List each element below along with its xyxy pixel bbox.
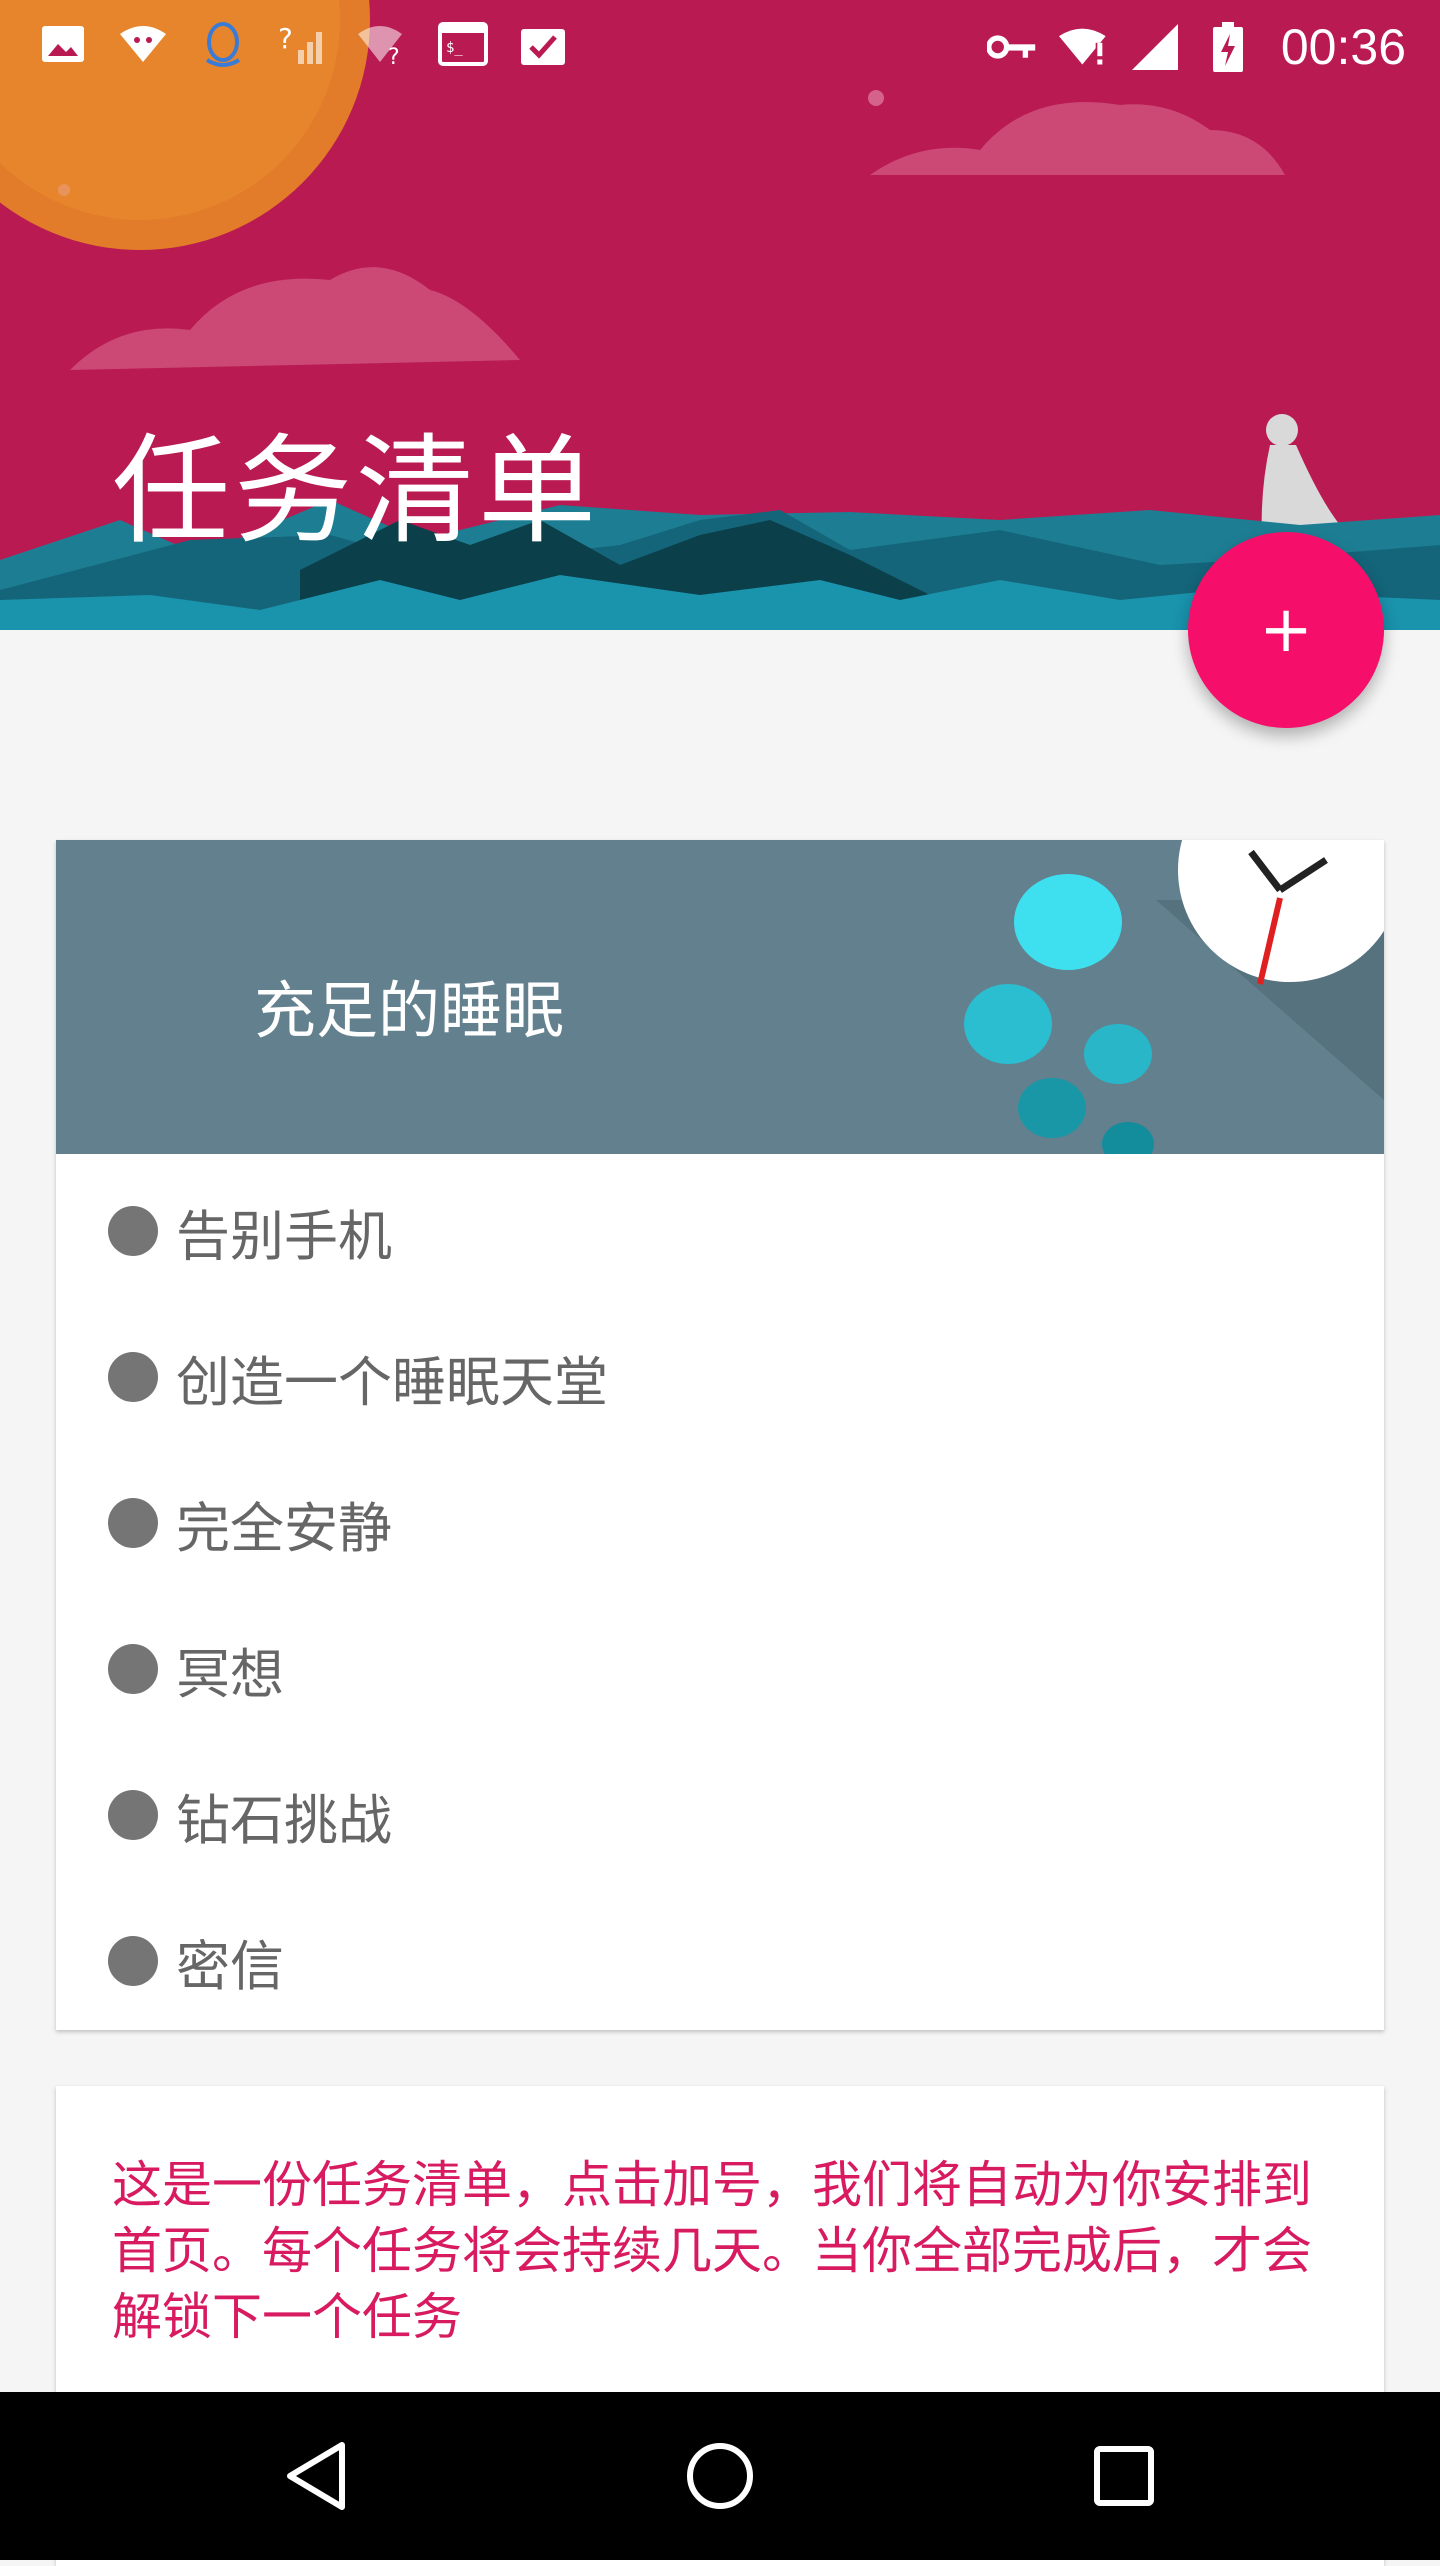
list-item[interactable]: 创造一个睡眠天堂 <box>56 1304 1384 1450</box>
wifi-icon <box>118 20 168 68</box>
clipboard-check-icon <box>518 20 568 68</box>
bullet-icon <box>108 1206 158 1256</box>
key-icon <box>986 23 1037 71</box>
recents-icon[interactable] <box>1074 2426 1174 2526</box>
task-label: 告别手机 <box>176 1204 392 1268</box>
wifi-unknown-icon: ? <box>358 20 408 68</box>
home-icon[interactable] <box>670 2426 770 2526</box>
task-label: 冥想 <box>176 1642 284 1706</box>
list-item[interactable]: 完全安静 <box>56 1450 1384 1596</box>
signal-unknown-icon: ? <box>278 20 328 68</box>
task-label: 密信 <box>176 1934 284 1998</box>
header-banner: 任务清单 <box>0 0 1440 630</box>
clock-time: 00:36 <box>1280 19 1406 75</box>
svg-text:?: ? <box>388 45 400 66</box>
cloud-shape <box>70 267 520 370</box>
list-item[interactable]: 钻石挑战 <box>56 1742 1384 1888</box>
status-bar: ? ? $_ 00:36 <box>0 0 1440 84</box>
info-text: 这是一份任务清单，点击加号，我们将自动为你安排到首页。每个任务将会持续几天。当你… <box>112 2156 1312 2346</box>
list-item[interactable]: 密信 <box>56 1888 1384 2034</box>
task-list: 告别手机 创造一个睡眠天堂 完全安静 冥想 钻石挑战 密信 <box>56 1154 1384 2034</box>
bullet-icon <box>108 1352 158 1402</box>
qq-icon <box>198 20 248 68</box>
svg-text:$_: $_ <box>446 40 463 56</box>
svg-text:?: ? <box>278 22 293 55</box>
task-card[interactable]: 充足的睡眠 告别手机 创造一个睡眠天堂 完全安静 冥想 钻石挑战 密信 <box>56 840 1384 2030</box>
cloud-shape <box>870 102 1285 175</box>
add-task-button[interactable]: + <box>1188 532 1384 728</box>
plus-icon: + <box>1259 593 1313 667</box>
terminal-icon: $_ <box>438 20 488 68</box>
task-label: 创造一个睡眠天堂 <box>176 1350 608 1414</box>
bullet-icon <box>108 1790 158 1840</box>
page-title: 任务清单 <box>112 422 601 560</box>
card-banner: 充足的睡眠 <box>56 840 1384 1154</box>
back-icon[interactable] <box>266 2426 366 2526</box>
card-title: 充足的睡眠 <box>254 974 565 1047</box>
navigation-bar <box>0 2392 1440 2560</box>
wifi-alert-icon <box>1058 23 1109 71</box>
signal-icon <box>1131 23 1181 71</box>
task-label: 完全安静 <box>176 1496 392 1560</box>
bullet-icon <box>108 1644 158 1694</box>
battery-charging-icon <box>1203 22 1253 72</box>
list-item[interactable]: 冥想 <box>56 1596 1384 1742</box>
task-label: 钻石挑战 <box>176 1788 392 1852</box>
list-item[interactable]: 告别手机 <box>56 1158 1384 1304</box>
clock-icon <box>1178 840 1384 982</box>
bullet-icon <box>108 1498 158 1548</box>
bullet-icon <box>108 1936 158 1986</box>
image-icon <box>38 20 88 68</box>
